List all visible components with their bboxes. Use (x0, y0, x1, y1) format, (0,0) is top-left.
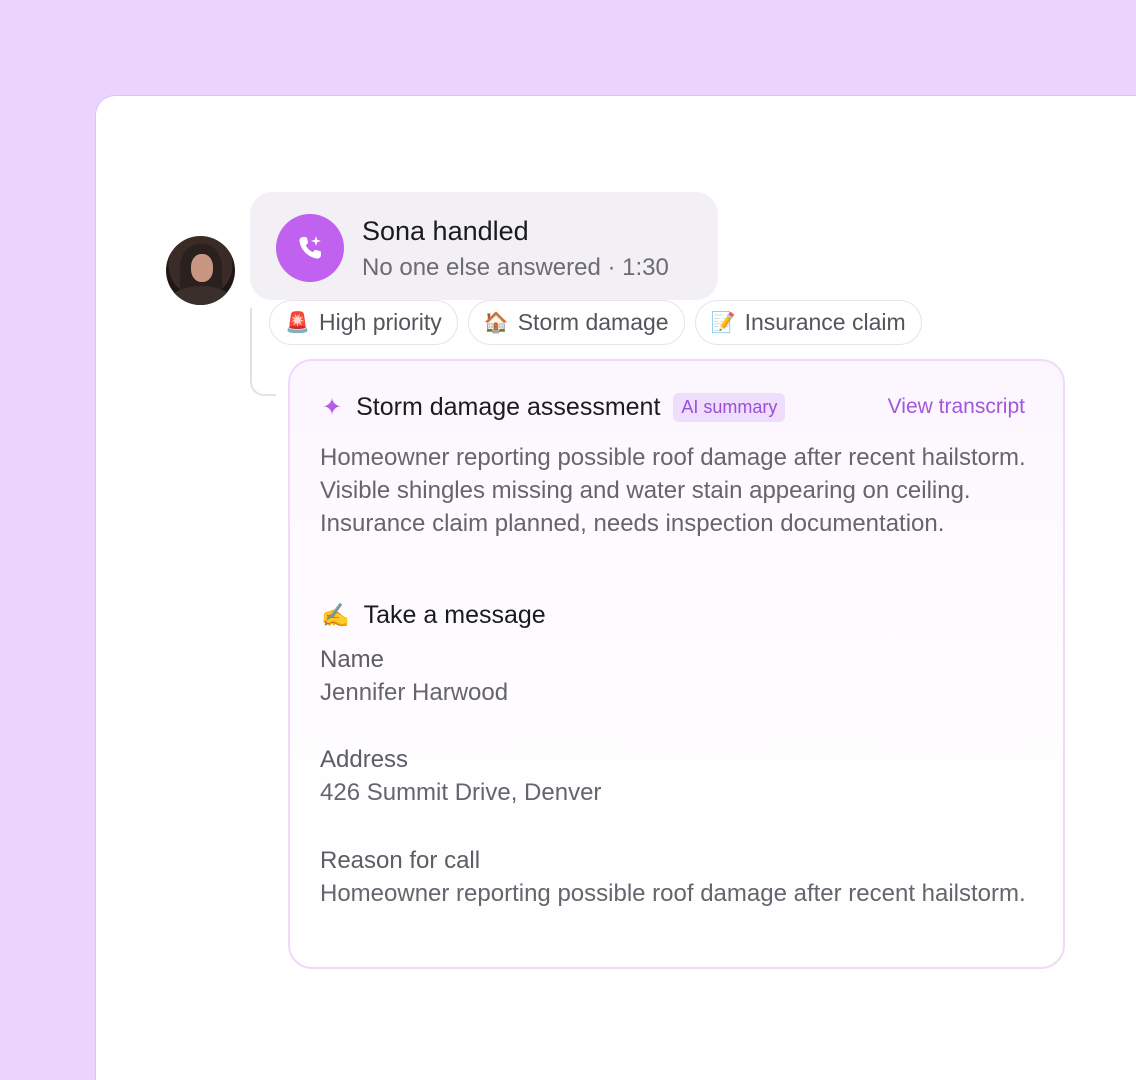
field-label: Name (320, 646, 385, 673)
view-transcript-link[interactable]: View transcript (888, 395, 1025, 419)
summary-card: ✦ Storm damage assessment AI summary Vie… (288, 359, 1065, 969)
tag-label: Insurance claim (744, 309, 906, 335)
writing-hand-icon: ✍️ (321, 602, 350, 628)
field-label: Address (320, 746, 409, 773)
call-card[interactable]: Sona handled No one else answered · 1:30 (250, 192, 718, 300)
summary-title: Storm damage assessment (356, 393, 661, 421)
take-message-header: ✍️ Take a message (321, 601, 546, 630)
sparkle-icon: ✦ (322, 393, 343, 421)
field-name: Name Jennifer Harwood (320, 643, 1030, 710)
field-reason: Reason for call Homeowner reporting poss… (320, 844, 1030, 911)
avatar-shoulder (170, 286, 232, 305)
tag-label: High priority (319, 309, 442, 335)
summary-body: Homeowner reporting possible roof damage… (320, 444, 1026, 537)
avatar-face (191, 254, 213, 282)
call-title: Sona handled (362, 216, 529, 246)
field-address: Address 426 Summit Drive, Denver (320, 743, 1030, 810)
field-label: Reason for call (320, 847, 481, 874)
memo-icon: 📝 (710, 312, 736, 334)
field-value: 426 Summit Drive, Denver (320, 779, 602, 806)
ai-summary-badge: AI summary (673, 393, 786, 422)
field-value: Jennifer Harwood (320, 679, 509, 706)
call-subtitle: No one else answered · 1:30 (362, 254, 669, 281)
field-value: Homeowner reporting possible roof damage… (320, 880, 1026, 907)
take-message-title: Take a message (363, 601, 546, 629)
tag-storm-damage[interactable]: 🏠 Storm damage (467, 300, 685, 345)
tag-label: Storm damage (517, 309, 669, 335)
siren-icon: 🚨 (285, 312, 310, 334)
tag-insurance-claim[interactable]: 📝 Insurance claim (694, 300, 922, 345)
avatar[interactable] (166, 236, 235, 305)
house-icon: 🏠 (483, 312, 509, 334)
phone-sparkle-icon (276, 214, 344, 282)
tag-list: 🚨 High priority 🏠 Storm damage 📝 Insuran… (269, 300, 922, 345)
summary-header: ✦ Storm damage assessment AI summary (322, 393, 786, 422)
tag-high-priority[interactable]: 🚨 High priority (269, 300, 458, 345)
